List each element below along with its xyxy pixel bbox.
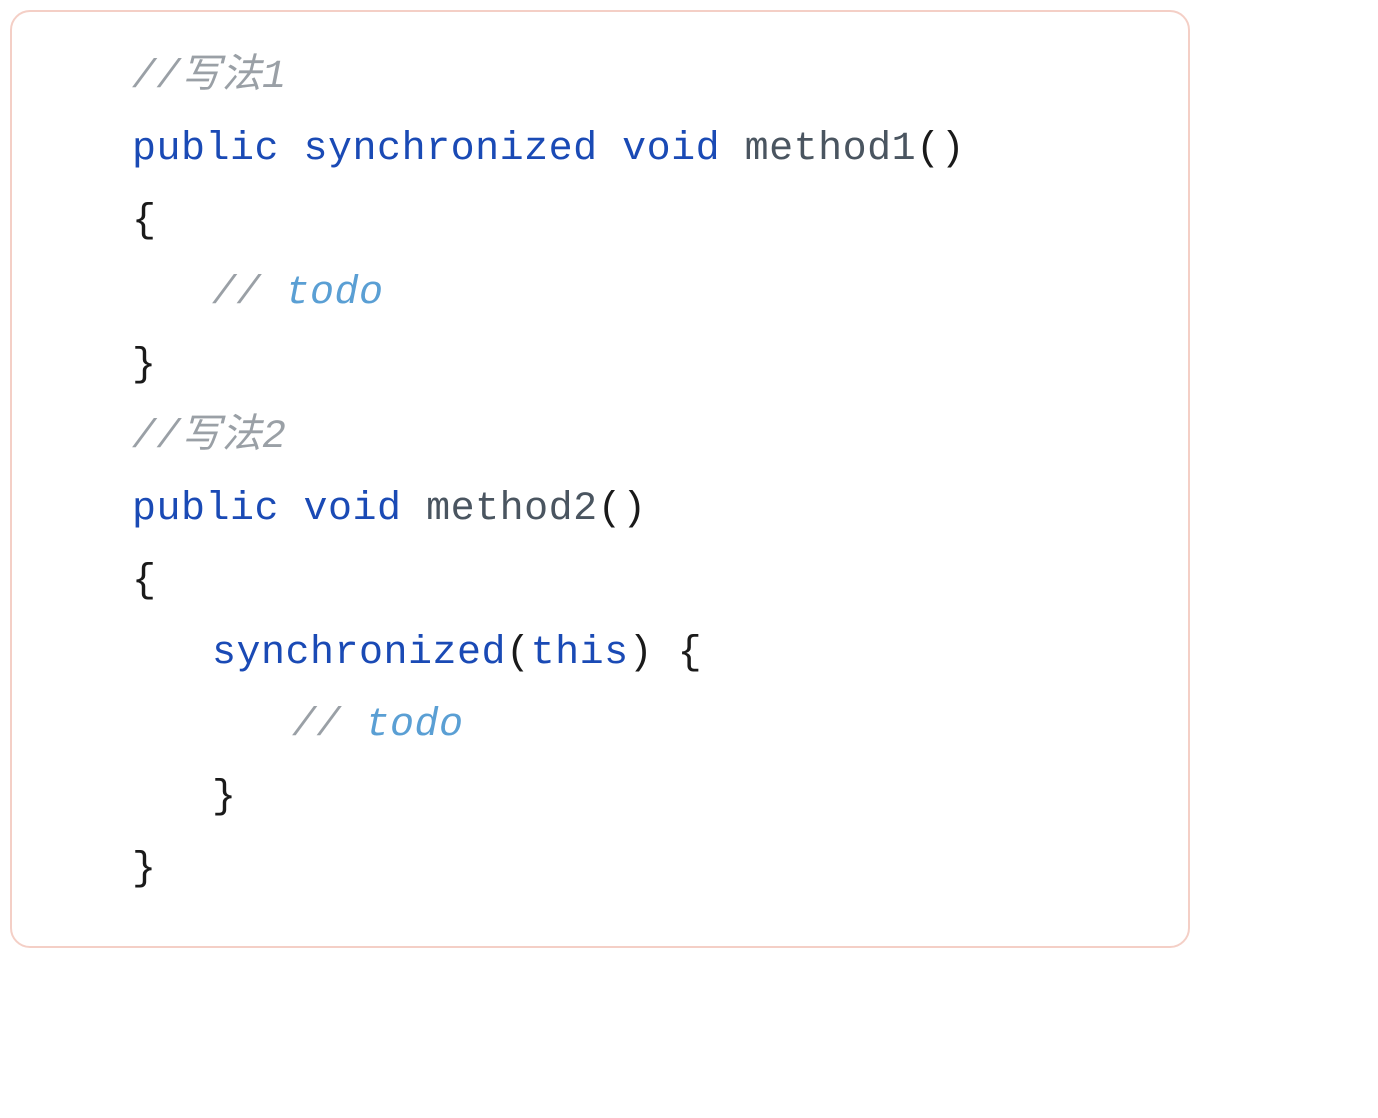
- keyword-synchronized: synchronized: [304, 127, 598, 172]
- code-line: {: [132, 546, 1168, 618]
- keyword-void: void: [622, 127, 720, 172]
- paren-open: (: [506, 631, 531, 676]
- parens: (): [598, 487, 647, 532]
- method-name: method2: [426, 487, 598, 532]
- comment-slash: //: [292, 703, 366, 748]
- keyword-public: public: [132, 127, 279, 172]
- brace-open: {: [132, 559, 157, 604]
- comment: //写法1: [132, 55, 287, 100]
- parens: (): [916, 127, 965, 172]
- keyword-void: void: [304, 487, 402, 532]
- method-name: method1: [745, 127, 917, 172]
- keyword-public: public: [132, 487, 279, 532]
- code-line: }: [132, 762, 1168, 834]
- comment-slash: //: [212, 271, 286, 316]
- code-line: //写法2: [132, 402, 1168, 474]
- brace-close: }: [212, 775, 237, 820]
- code-line: {: [132, 186, 1168, 258]
- keyword-this: this: [531, 631, 629, 676]
- code-line: }: [132, 330, 1168, 402]
- keyword-synchronized: synchronized: [212, 631, 506, 676]
- comment-todo: todo: [366, 703, 464, 748]
- brace-close: }: [132, 343, 157, 388]
- code-line: public synchronized void method1(): [132, 114, 1168, 186]
- brace-open: {: [132, 199, 157, 244]
- code-line: //写法1: [132, 42, 1168, 114]
- paren-close-brace: ) {: [629, 631, 703, 676]
- comment: //写法2: [132, 415, 287, 460]
- code-line: // todo: [132, 258, 1168, 330]
- code-line: public void method2(): [132, 474, 1168, 546]
- code-line: // todo: [132, 690, 1168, 762]
- comment-todo: todo: [286, 271, 384, 316]
- code-line: synchronized(this) {: [132, 618, 1168, 690]
- code-block: //写法1 public synchronized void method1()…: [10, 10, 1190, 948]
- code-line: }: [132, 834, 1168, 906]
- brace-close: }: [132, 847, 157, 892]
